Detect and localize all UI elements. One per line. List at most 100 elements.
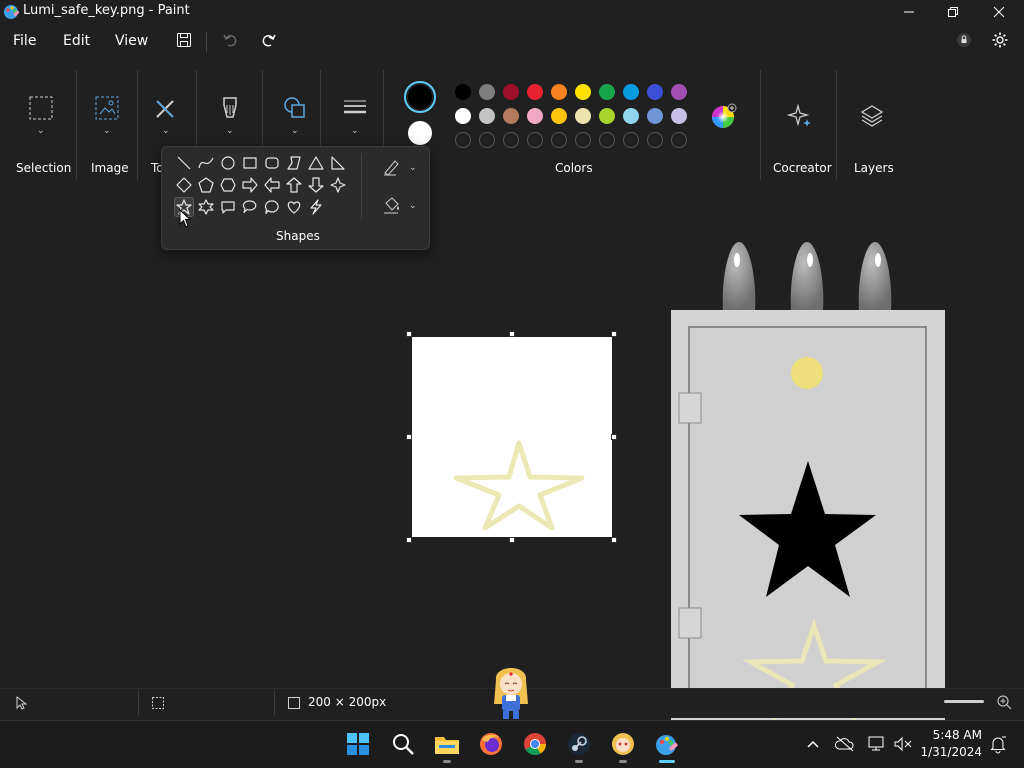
image-tools-button[interactable]	[94, 95, 120, 121]
volume-tray-icon[interactable]	[890, 731, 916, 757]
shape-rounded-rectangle-callout[interactable]	[218, 197, 238, 217]
undo-button[interactable]	[218, 30, 242, 54]
show-hidden-icons-button[interactable]	[800, 731, 826, 757]
color-swatch[interactable]	[503, 84, 519, 100]
shape-up-arrow[interactable]	[284, 175, 304, 195]
color-swatch[interactable]	[455, 108, 471, 124]
clock-time[interactable]: 5:48 AM	[920, 728, 982, 742]
shape-curve[interactable]	[196, 153, 216, 173]
menu-edit[interactable]: Edit	[63, 33, 90, 49]
shape-six-point-star[interactable]	[196, 197, 216, 217]
chevron-down-icon[interactable]: ⌄	[103, 126, 111, 136]
chevron-down-icon[interactable]: ⌄	[226, 126, 234, 136]
custom-color-slot[interactable]	[503, 132, 519, 148]
zoom-in-button[interactable]	[996, 694, 1012, 710]
taskbar-desktop-pet[interactable]	[610, 731, 636, 757]
shape-triangle[interactable]	[306, 153, 326, 173]
taskbar-firefox[interactable]	[478, 731, 504, 757]
color-swatch[interactable]	[647, 108, 663, 124]
minimize-button[interactable]	[886, 0, 932, 24]
color-swatch[interactable]	[623, 108, 639, 124]
shape-cloud-callout[interactable]	[262, 197, 282, 217]
resize-handle[interactable]	[406, 537, 412, 543]
shape-outline-button[interactable]: ⌄	[382, 157, 422, 177]
primary-color-button[interactable]	[404, 81, 436, 113]
redo-button[interactable]	[257, 30, 281, 54]
color-swatch[interactable]	[575, 108, 591, 124]
maximize-button[interactable]	[930, 0, 976, 24]
tools-button[interactable]	[153, 95, 179, 121]
settings-button[interactable]	[988, 30, 1012, 54]
shape-hexagon[interactable]	[218, 175, 238, 195]
custom-color-slot[interactable]	[575, 132, 591, 148]
save-button[interactable]	[172, 30, 196, 54]
start-button[interactable]	[345, 731, 371, 757]
color-swatch[interactable]	[479, 84, 495, 100]
close-button[interactable]	[976, 0, 1022, 24]
shape-rounded-rectangle[interactable]	[262, 153, 282, 173]
shapes-button[interactable]	[282, 95, 308, 121]
layers-button[interactable]	[859, 103, 885, 129]
search-button[interactable]	[390, 731, 416, 757]
custom-color-slot[interactable]	[623, 132, 639, 148]
shape-right-triangle[interactable]	[328, 153, 348, 173]
taskbar-steam[interactable]	[566, 731, 592, 757]
shape-down-arrow[interactable]	[306, 175, 326, 195]
custom-color-slot[interactable]	[599, 132, 615, 148]
chevron-down-icon[interactable]: ⌄	[37, 126, 45, 136]
stroke-size-button[interactable]	[342, 95, 368, 121]
network-tray-icon[interactable]	[864, 731, 890, 757]
shape-oval[interactable]	[218, 153, 238, 173]
shape-heart[interactable]	[284, 197, 304, 217]
shape-pentagon[interactable]	[196, 175, 216, 195]
color-swatch[interactable]	[527, 108, 543, 124]
custom-color-slot[interactable]	[527, 132, 543, 148]
shape-line[interactable]	[174, 153, 194, 173]
shape-rectangle[interactable]	[240, 153, 260, 173]
drawing-canvas[interactable]	[412, 337, 612, 537]
brushes-button[interactable]	[217, 95, 243, 121]
desktop-pet-character[interactable]	[490, 660, 532, 720]
color-swatch[interactable]	[599, 84, 615, 100]
shape-fill-button[interactable]: ⌄	[382, 195, 422, 215]
shape-oval-callout[interactable]	[240, 197, 260, 217]
resize-handle[interactable]	[611, 537, 617, 543]
color-swatch[interactable]	[551, 108, 567, 124]
color-swatch[interactable]	[623, 84, 639, 100]
selection-tool-button[interactable]	[28, 95, 54, 121]
shape-left-arrow[interactable]	[262, 175, 282, 195]
zoom-slider-track[interactable]	[944, 700, 984, 703]
menu-view[interactable]: View	[115, 33, 148, 49]
clock-date[interactable]: 1/31/2024	[920, 745, 982, 759]
custom-color-slot[interactable]	[671, 132, 687, 148]
resize-handle[interactable]	[406, 434, 412, 440]
color-swatch[interactable]	[575, 84, 591, 100]
color-swatch[interactable]	[479, 108, 495, 124]
account-button[interactable]	[952, 30, 976, 54]
shape-right-arrow[interactable]	[240, 175, 260, 195]
color-swatch[interactable]	[455, 84, 471, 100]
menu-file[interactable]: File	[13, 33, 36, 49]
resize-handle[interactable]	[406, 331, 412, 337]
notifications-button[interactable]	[985, 731, 1011, 757]
resize-handle[interactable]	[611, 434, 617, 440]
onedrive-tray-icon[interactable]	[832, 731, 858, 757]
taskbar-chrome[interactable]	[522, 731, 548, 757]
color-swatch[interactable]	[599, 108, 615, 124]
custom-color-slot[interactable]	[551, 132, 567, 148]
color-swatch[interactable]	[647, 84, 663, 100]
custom-color-slot[interactable]	[479, 132, 495, 148]
color-swatch[interactable]	[671, 108, 687, 124]
secondary-color-button[interactable]	[408, 121, 432, 145]
shape-diamond[interactable]	[174, 175, 194, 195]
taskbar-file-explorer[interactable]	[434, 731, 460, 757]
color-swatch[interactable]	[527, 84, 543, 100]
color-swatch[interactable]	[503, 108, 519, 124]
edit-colors-button[interactable]	[710, 102, 738, 130]
taskbar-paint[interactable]	[654, 731, 680, 757]
chevron-down-icon[interactable]: ⌄	[162, 126, 170, 136]
shape-polygon[interactable]	[284, 153, 304, 173]
resize-handle[interactable]	[509, 331, 515, 337]
chevron-down-icon[interactable]: ⌄	[351, 126, 359, 136]
shape-lightning[interactable]	[306, 197, 326, 217]
